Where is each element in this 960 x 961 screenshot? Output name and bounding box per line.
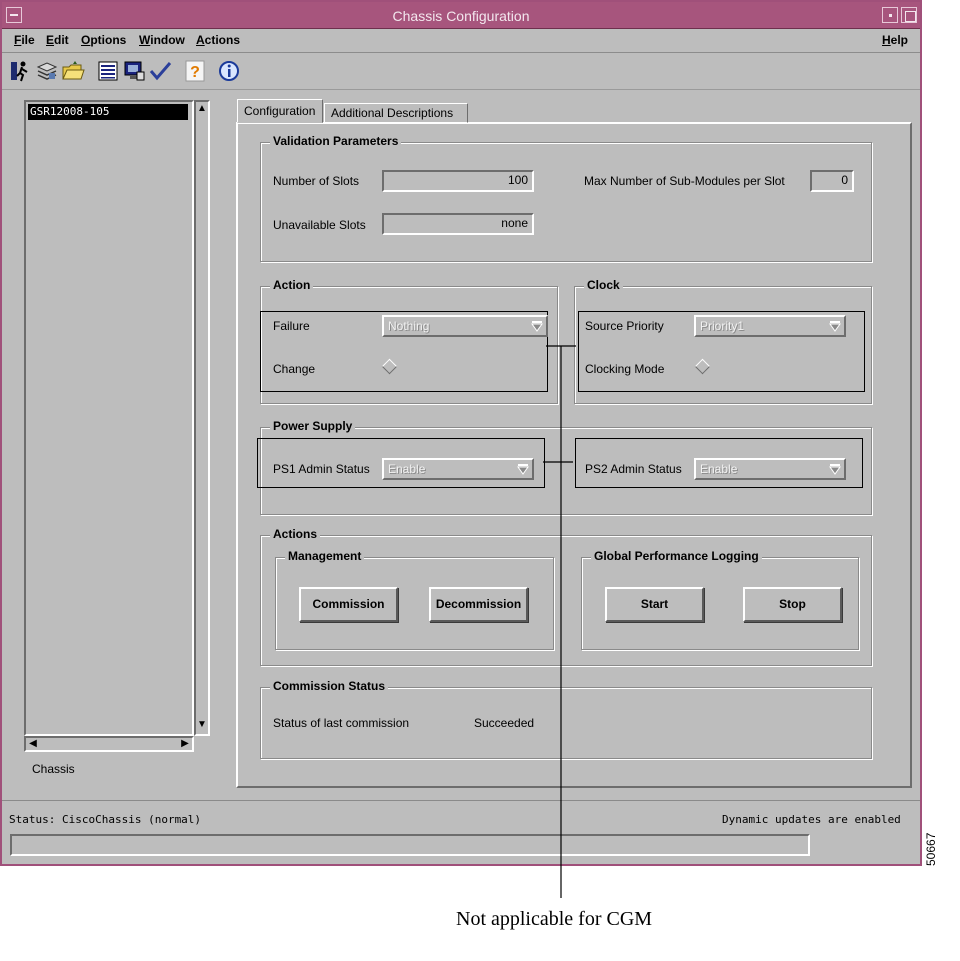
decommission-button[interactable]: Decommission	[429, 587, 528, 622]
menu-window[interactable]: Window	[139, 33, 185, 47]
menu-help[interactable]: Help	[882, 33, 908, 47]
commission-status-title: Commission Status	[270, 679, 389, 693]
failure-label: Failure	[273, 319, 310, 333]
ps2-admin-status-dropdown[interactable]: Enable	[694, 458, 846, 480]
source-priority-dropdown[interactable]: Priority1	[694, 315, 846, 337]
scroll-right-icon[interactable]: ▶	[178, 738, 192, 750]
max-submodules-label: Max Number of Sub-Modules per Slot	[584, 174, 785, 188]
stack-icon[interactable]	[35, 59, 59, 83]
max-submodules-field[interactable]: 0	[810, 170, 854, 192]
dropdown-arrow-icon	[516, 462, 530, 476]
power-supply-title: Power Supply	[270, 419, 356, 433]
failure-value: Nothing	[388, 319, 430, 333]
unavailable-slots-field[interactable]: none	[382, 213, 534, 235]
annotation-callout: Not applicable for CGM	[456, 908, 653, 930]
vertical-scrollbar[interactable]: ▲ ▼	[194, 100, 210, 736]
clocking-mode-label: Clocking Mode	[585, 362, 665, 376]
validation-parameters-title: Validation Parameters	[270, 134, 402, 148]
checkmark-icon[interactable]	[148, 59, 172, 83]
info-icon[interactable]	[217, 59, 241, 83]
scroll-up-icon[interactable]: ▲	[196, 102, 208, 116]
toolbar: ?	[2, 54, 920, 90]
ps1-admin-status-label: PS1 Admin Status	[273, 462, 370, 476]
number-of-slots-field[interactable]: 100	[382, 170, 534, 192]
status-text: Status: CiscoChassis (normal)	[9, 813, 202, 826]
scroll-down-icon[interactable]: ▼	[196, 718, 208, 732]
dynamic-updates-text: Dynamic updates are enabled	[722, 813, 901, 826]
management-title: Management	[285, 549, 365, 563]
tree-item-selected[interactable]: GSR12008-105	[28, 104, 188, 120]
menu-actions[interactable]: Actions	[196, 33, 240, 47]
chassis-configuration-window: Chassis Configuration File Edit Options …	[0, 0, 922, 866]
start-button[interactable]: Start	[605, 587, 704, 622]
progress-bar	[10, 834, 810, 856]
dropdown-arrow-icon	[828, 319, 842, 333]
actions-title: Actions	[270, 527, 321, 541]
menu-file[interactable]: File	[14, 33, 35, 47]
title-bar[interactable]: Chassis Configuration	[2, 2, 920, 29]
tab-additional-descriptions[interactable]: Additional Descriptions	[324, 103, 468, 123]
ps2-admin-status-label: PS2 Admin Status	[585, 462, 682, 476]
dropdown-arrow-icon	[828, 462, 842, 476]
dropdown-arrow-icon	[530, 319, 544, 333]
validation-parameters-group	[260, 142, 872, 262]
question-icon[interactable]: ?	[183, 59, 207, 83]
svg-text:?: ?	[190, 64, 200, 81]
change-label: Change	[273, 362, 316, 376]
source-priority-label: Source Priority	[585, 319, 664, 333]
figure-id: 50667	[924, 832, 938, 866]
exit-icon[interactable]	[9, 59, 33, 83]
tab-configuration[interactable]: Configuration	[237, 99, 323, 123]
status-divider	[2, 800, 920, 801]
tree-footer-label: Chassis	[32, 762, 75, 776]
scroll-left-icon[interactable]: ◀	[26, 738, 40, 750]
last-commission-label: Status of last commission	[273, 716, 410, 730]
ps1-admin-status-value: Enable	[388, 462, 426, 476]
list-icon[interactable]	[96, 59, 120, 83]
menu-bar: File Edit Options Window Actions Help	[2, 29, 920, 53]
open-folder-icon[interactable]	[61, 59, 85, 83]
unavailable-slots-label: Unavailable Slots	[273, 218, 366, 232]
commission-button[interactable]: Commission	[299, 587, 398, 622]
horizontal-scrollbar[interactable]: ◀ ▶	[24, 736, 194, 752]
menu-edit[interactable]: Edit	[46, 33, 69, 47]
failure-dropdown[interactable]: Nothing	[382, 315, 548, 337]
action-title: Action	[270, 278, 314, 292]
last-commission-value: Succeeded	[474, 716, 535, 730]
maximize-icon[interactable]	[901, 7, 917, 23]
ps2-admin-status-value: Enable	[700, 462, 738, 476]
clock-title: Clock	[584, 278, 623, 292]
menu-options[interactable]: Options	[81, 33, 126, 47]
window-title: Chassis Configuration	[392, 8, 530, 24]
global-performance-logging-title: Global Performance Logging	[591, 549, 762, 563]
monitor-icon[interactable]	[122, 59, 146, 83]
minimize-icon[interactable]	[882, 7, 898, 23]
source-priority-value: Priority1	[700, 319, 745, 333]
stop-button[interactable]: Stop	[743, 587, 842, 622]
chassis-tree-list[interactable]: GSR12008-105	[24, 100, 194, 736]
ps1-admin-status-dropdown[interactable]: Enable	[382, 458, 534, 480]
number-of-slots-label: Number of Slots	[273, 174, 360, 188]
